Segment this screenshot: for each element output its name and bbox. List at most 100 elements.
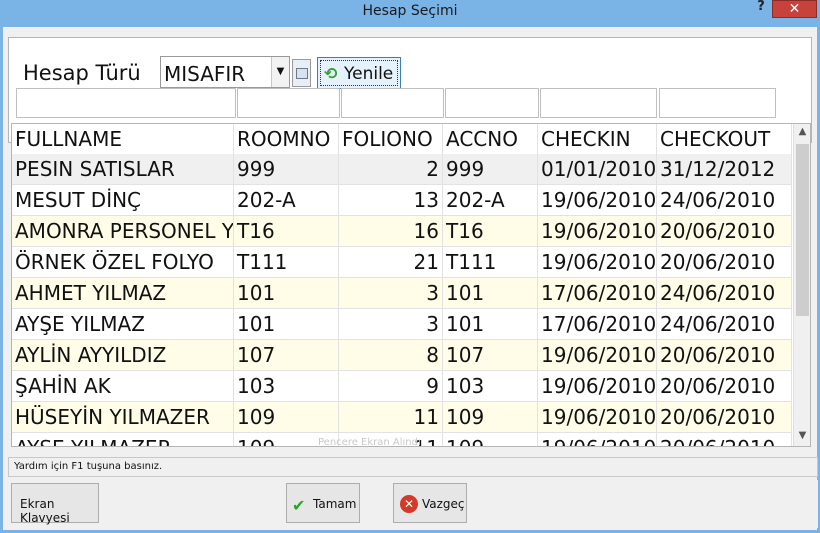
- refresh-button[interactable]: ⟲ Yenile: [317, 57, 401, 89]
- table-cell: 101: [234, 309, 339, 340]
- filter-checkin[interactable]: [540, 88, 657, 118]
- table-cell: 19/06/2010: [538, 433, 657, 446]
- table-cell: 20/06/2010: [657, 402, 792, 433]
- cancel-label: Vazgeç: [422, 497, 465, 511]
- help-button[interactable]: ?: [752, 0, 770, 18]
- column-header[interactable]: ROOMNO: [234, 124, 339, 155]
- table-cell: 109: [443, 402, 538, 433]
- cancel-button[interactable]: ✕ Vazgeç: [393, 483, 467, 523]
- table-cell: 19/06/2010: [538, 402, 657, 433]
- vertical-scrollbar[interactable]: ▲ ▼: [793, 124, 810, 446]
- column-header[interactable]: FULLNAME: [12, 124, 234, 155]
- table-cell: T111: [443, 247, 538, 278]
- status-bar: Yardım için F1 tuşuna basınız.: [8, 457, 818, 477]
- table-cell: 24/06/2010: [657, 278, 792, 309]
- table-cell: 17/06/2010: [538, 309, 657, 340]
- table-cell: T111: [234, 247, 339, 278]
- column-header[interactable]: FOLIONO: [339, 124, 443, 155]
- account-type-dropdown[interactable]: MISAFIR ▼: [160, 56, 290, 88]
- dialog-client: Hesap Türü MISAFIR ▼ ⟲ Yenile FULLNAME RO…: [3, 27, 818, 530]
- table-cell: 9: [339, 371, 443, 402]
- filter-accno[interactable]: [445, 88, 539, 118]
- table-cell: 21: [339, 247, 443, 278]
- title-bar: Hesap Seçimi ? ✕: [0, 0, 820, 24]
- table-cell: 103: [443, 371, 538, 402]
- table-cell: 101: [234, 278, 339, 309]
- table-cell: 17/06/2010: [538, 278, 657, 309]
- table-cell: AYŞE YILMAZER: [12, 433, 234, 446]
- ok-label: Tamam: [313, 497, 357, 511]
- table-cell: AYŞE YILMAZ: [12, 309, 234, 340]
- table-cell: 24/06/2010: [657, 309, 792, 340]
- table-cell: AHMET YILMAZ: [12, 278, 234, 309]
- table-cell: 109: [443, 433, 538, 446]
- document-icon: [296, 68, 308, 79]
- table-cell: 31/12/2012: [657, 154, 792, 185]
- table-cell: 20/06/2010: [657, 371, 792, 402]
- table-cell: 20/06/2010: [657, 340, 792, 371]
- table-cell: T16: [443, 216, 538, 247]
- chevron-down-icon[interactable]: ▼: [271, 57, 289, 87]
- table-cell: 19/06/2010: [538, 185, 657, 216]
- button-bar: Ekran Klavyesi ✔ Tamam ✕ Vazgeç: [8, 480, 818, 528]
- column-header[interactable]: ACCNO: [443, 124, 538, 155]
- table-cell: 8: [339, 340, 443, 371]
- table-cell: 101: [443, 278, 538, 309]
- table-cell: 11: [339, 402, 443, 433]
- refresh-icon: ⟲: [324, 64, 338, 83]
- table-cell: 101: [443, 309, 538, 340]
- ok-button[interactable]: ✔ Tamam: [286, 483, 360, 523]
- column-header[interactable]: CHECKIN: [538, 124, 657, 155]
- screen-keyboard-label: Ekran Klavyesi: [20, 497, 70, 525]
- table-cell: 20/06/2010: [657, 247, 792, 278]
- table-cell: 202-A: [234, 185, 339, 216]
- table-cell: 999: [234, 154, 339, 185]
- table-cell: 109: [234, 402, 339, 433]
- table-cell: ŞAHİN AK: [12, 371, 234, 402]
- table-cell: 24/06/2010: [657, 185, 792, 216]
- filter-roomno[interactable]: [237, 88, 340, 118]
- table-cell: 2: [339, 154, 443, 185]
- table-cell: 19/06/2010: [538, 247, 657, 278]
- close-button[interactable]: ✕: [772, 0, 817, 18]
- table-cell: 202-A: [443, 185, 538, 216]
- table-cell: 3: [339, 278, 443, 309]
- table-cell: 19/06/2010: [538, 216, 657, 247]
- filter-fullname[interactable]: [16, 88, 236, 118]
- table-cell: 01/01/2010: [538, 154, 657, 185]
- refresh-label: Yenile: [344, 64, 394, 84]
- checkmark-icon: ✔: [292, 496, 306, 515]
- table-cell: T16: [234, 216, 339, 247]
- table-cell: 19/06/2010: [538, 340, 657, 371]
- cancel-icon: ✕: [400, 495, 418, 513]
- faint-overlay-text: Pencere Ekran Alındı: [318, 437, 421, 448]
- table-cell: 19/06/2010: [538, 371, 657, 402]
- filter-foliono[interactable]: [341, 88, 444, 118]
- table-cell: 107: [234, 340, 339, 371]
- table-cell: AYLİN AYYILDIZ: [12, 340, 234, 371]
- account-type-label: Hesap Türü: [23, 61, 141, 85]
- table-cell: 20/06/2010: [657, 216, 792, 247]
- table-cell: 20/06/2010: [657, 433, 792, 446]
- lookup-button[interactable]: [292, 59, 311, 87]
- table-cell: 103: [234, 371, 339, 402]
- table-cell: 13: [339, 185, 443, 216]
- table-cell: AMONRA PERSONEL YE: [12, 216, 234, 247]
- table-cell: HÜSEYİN YILMAZER: [12, 402, 234, 433]
- accounts-grid: FULLNAME ROOMNO FOLIONO ACCNO CHECKIN CHECKOU…: [11, 123, 811, 447]
- account-type-value: MISAFIR: [164, 62, 246, 86]
- table-cell: 3: [339, 309, 443, 340]
- window-title: Hesap Seçimi: [362, 3, 458, 19]
- scroll-down-icon[interactable]: ▼: [794, 430, 810, 444]
- scrollbar-thumb[interactable]: [796, 144, 809, 316]
- grid-header: FULLNAME ROOMNO FOLIONO ACCNO CHECKIN CHECKOU…: [12, 124, 792, 155]
- table-cell: PESIN SATISLAR: [12, 154, 234, 185]
- filter-checkout[interactable]: [659, 88, 776, 118]
- table-cell: 16: [339, 216, 443, 247]
- table-cell: 999: [443, 154, 538, 185]
- column-header[interactable]: CHECKOUT: [657, 124, 792, 155]
- screen-keyboard-button[interactable]: Ekran Klavyesi: [11, 483, 99, 525]
- scroll-up-icon[interactable]: ▲: [794, 126, 810, 140]
- status-text: Yardım için F1 tuşuna basınız.: [14, 461, 163, 472]
- table-cell: 107: [443, 340, 538, 371]
